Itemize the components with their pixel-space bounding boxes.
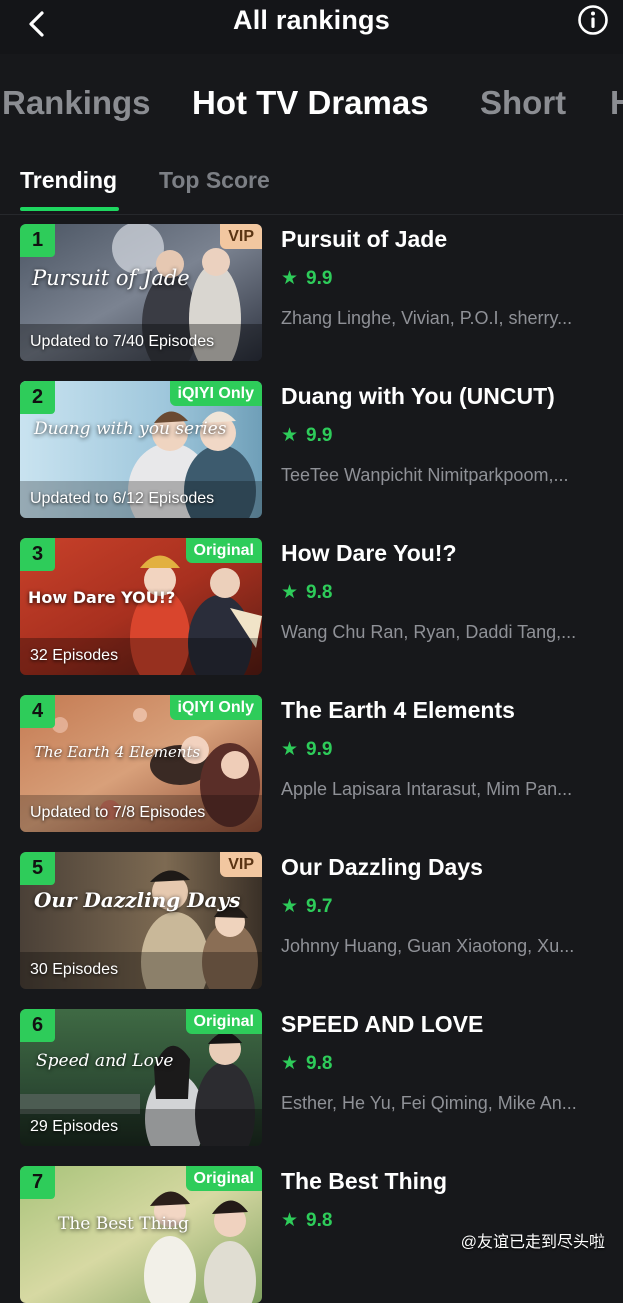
tab-partial[interactable]: H <box>610 84 623 122</box>
show-title[interactable]: SPEED AND LOVE <box>281 1011 483 1038</box>
vip-badge: VIP <box>220 852 262 877</box>
star-icon: ★ <box>281 425 299 446</box>
episode-count: 30 Episodes <box>30 961 119 978</box>
watermark: @友谊已走到尽头啦 <box>460 1234 605 1251</box>
list-item[interactable]: How Dare YOU!? 3 Original 32 Episodes Ho… <box>0 538 623 675</box>
rating: ★ 9.8 <box>281 1209 332 1232</box>
list-item[interactable]: Our Dazzling Days 5 VIP 30 Episodes Our … <box>0 852 623 989</box>
tab-rankings[interactable]: Rankings <box>2 84 151 122</box>
original-badge: Original <box>185 1009 262 1034</box>
cast-list: TeeTee Wanpichit Nimitparkpoom,... <box>281 465 569 485</box>
score-value: 9.9 <box>306 425 333 446</box>
list-item[interactable]: Pursuit of Jade 1 VIP Updated to 7/40 Ep… <box>0 224 623 361</box>
tab-hot-tv-dramas[interactable]: Hot TV Dramas <box>192 84 429 122</box>
score-value: 9.8 <box>306 582 333 603</box>
show-title[interactable]: The Best Thing <box>281 1168 447 1195</box>
poster-title-art: The Earth 4 Elements <box>34 743 201 761</box>
original-badge: Original <box>185 538 262 563</box>
score-value: 9.9 <box>306 268 333 289</box>
star-icon: ★ <box>281 1210 299 1231</box>
rank-badge: 4 <box>20 695 55 728</box>
cast-list: Johnny Huang, Guan Xiaotong, Xu... <box>281 936 575 956</box>
tab-top-score[interactable]: Top Score <box>159 167 270 194</box>
rating: ★ 9.8 <box>281 1052 332 1075</box>
poster-title-art: Duang with you series <box>34 419 227 439</box>
rating: ★ 9.9 <box>281 738 332 761</box>
episode-count: Updated to 7/40 Episodes <box>30 333 215 350</box>
show-title[interactable]: Our Dazzling Days <box>281 854 483 881</box>
poster-thumbnail[interactable]: Duang with you series 2 iQIYI Only Updat… <box>20 381 262 518</box>
show-title[interactable]: The Earth 4 Elements <box>281 697 515 724</box>
rank-badge: 5 <box>20 852 55 885</box>
list-item[interactable]: Speed and Love 6 Original 29 Episodes SP… <box>0 1009 623 1146</box>
poster-thumbnail[interactable]: Our Dazzling Days 5 VIP 30 Episodes <box>20 852 262 989</box>
exclusive-badge: iQIYI Only <box>169 695 262 720</box>
poster-title-art: Our Dazzling Days <box>34 888 241 912</box>
poster-title-art: Speed and Love <box>36 1051 174 1071</box>
rank-badge: 6 <box>20 1009 55 1042</box>
poster-title-art: How Dare YOU!? <box>28 588 176 607</box>
poster-thumbnail[interactable]: How Dare YOU!? 3 Original 32 Episodes <box>20 538 262 675</box>
rank-badge: 3 <box>20 538 55 571</box>
score-value: 9.9 <box>306 739 333 760</box>
tab-trending[interactable]: Trending <box>20 167 117 194</box>
show-title[interactable]: Duang with You (UNCUT) <box>281 383 555 410</box>
tab-short[interactable]: Short <box>480 84 566 122</box>
rating: ★ 9.9 <box>281 424 332 447</box>
page-title: All rankings <box>233 5 390 35</box>
rating: ★ 9.9 <box>281 267 332 290</box>
star-icon: ★ <box>281 268 299 289</box>
show-title[interactable]: How Dare You!? <box>281 540 457 567</box>
star-icon: ★ <box>281 896 299 917</box>
poster-title-art: Pursuit of Jade <box>32 266 190 290</box>
cast-list: Esther, He Yu, Fei Qiming, Mike An... <box>281 1093 577 1113</box>
score-value: 9.8 <box>306 1053 333 1074</box>
poster-thumbnail[interactable]: Pursuit of Jade 1 VIP Updated to 7/40 Ep… <box>20 224 262 361</box>
star-icon: ★ <box>281 739 299 760</box>
exclusive-badge: iQIYI Only <box>169 381 262 406</box>
star-icon: ★ <box>281 1053 299 1074</box>
info-icon[interactable] <box>577 4 609 36</box>
active-tab-indicator <box>20 207 119 211</box>
list-item[interactable]: Duang with you series 2 iQIYI Only Updat… <box>0 381 623 518</box>
poster-thumbnail[interactable]: The Earth 4 Elements 4 iQIYI Only Update… <box>20 695 262 832</box>
cast-list: Zhang Linghe, Vivian, P.O.I, sherry... <box>281 308 573 328</box>
rank-badge: 7 <box>20 1166 55 1199</box>
sub-tabs: Trending Top Score <box>0 158 623 215</box>
cast-list: Wang Chu Ran, Ryan, Daddi Tang,... <box>281 622 577 642</box>
list-item[interactable]: The Earth 4 Elements 4 iQIYI Only Update… <box>0 695 623 832</box>
rank-badge: 2 <box>20 381 55 414</box>
category-tabs: Rankings Hot TV Dramas Short H <box>0 70 623 140</box>
rating: ★ 9.8 <box>281 581 332 604</box>
rating: ★ 9.7 <box>281 895 332 918</box>
episode-count: Updated to 6/12 Episodes <box>30 490 215 507</box>
original-badge: Original <box>185 1166 262 1191</box>
episode-count: Updated to 7/8 Episodes <box>30 804 206 821</box>
poster-title-art: The Best Thing <box>58 1214 189 1234</box>
episode-count: 29 Episodes <box>30 1118 119 1135</box>
vip-badge: VIP <box>220 224 262 249</box>
score-value: 9.7 <box>306 896 333 917</box>
top-bar: All rankings <box>0 0 623 54</box>
poster-thumbnail[interactable]: The Best Thing 7 Original <box>20 1166 262 1303</box>
cast-list: Apple Lapisara Intarasut, Mim Pan... <box>281 779 573 799</box>
show-title[interactable]: Pursuit of Jade <box>281 226 447 253</box>
episode-count: 32 Episodes <box>30 647 119 664</box>
rank-badge: 1 <box>20 224 55 257</box>
poster-thumbnail[interactable]: Speed and Love 6 Original 29 Episodes <box>20 1009 262 1146</box>
score-value: 9.8 <box>306 1210 333 1231</box>
star-icon: ★ <box>281 582 299 603</box>
